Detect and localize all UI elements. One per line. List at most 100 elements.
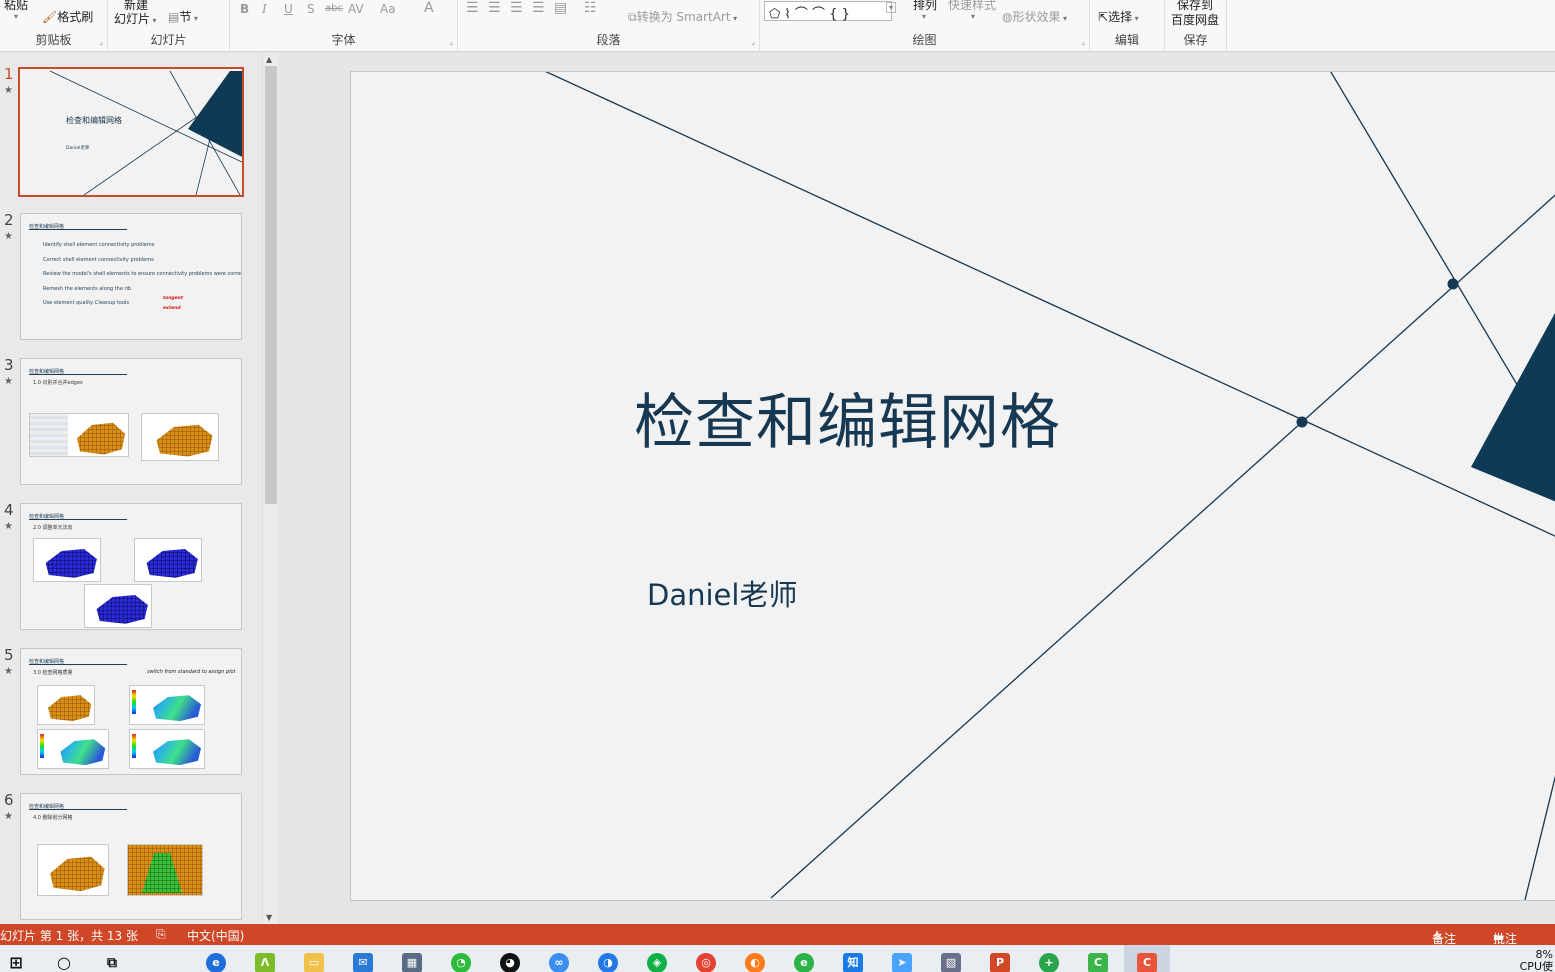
align-right-icon[interactable]: ☰ xyxy=(510,0,523,16)
drawing-group-label: 绘图 xyxy=(912,33,937,47)
file-explorer-icon[interactable]: ▭ xyxy=(304,953,324,972)
shapes-gallery-more-icon[interactable]: ▾ xyxy=(886,2,897,13)
save-group-label: 保存 xyxy=(1183,33,1208,47)
slide-number: 2 xyxy=(4,211,14,229)
mesh-shape xyxy=(156,424,213,457)
paste-dropdown-icon[interactable]: ▾ xyxy=(14,12,18,21)
slide-canvas[interactable]: 检查和编辑网格 Daniel老师 xyxy=(350,71,1555,901)
thumbnail-subheading: 1.0 识别并合并edges xyxy=(33,380,83,386)
slide-subtitle[interactable]: Daniel老师 xyxy=(647,572,797,614)
cpu-usage-indicator[interactable]: 8% CPU使 xyxy=(1520,949,1553,972)
smartart-button[interactable]: ⧉转换为 SmartArt ▾ xyxy=(628,8,737,25)
slide-editor[interactable]: 检查和编辑网格 Daniel老师 xyxy=(279,53,1555,924)
qq-icon[interactable]: ◕ xyxy=(500,953,520,972)
calculator-icon[interactable]: ▦ xyxy=(402,953,422,972)
legend-bar xyxy=(40,734,44,758)
animation-star-icon: ★ xyxy=(4,231,13,242)
search-icon[interactable]: ○ xyxy=(54,953,74,972)
change-case-button[interactable]: Aa xyxy=(380,2,396,16)
thumbnail-frame[interactable]: 检查和编辑网格 Identify shell element connectiv… xyxy=(20,213,242,340)
arrange-dropdown-icon[interactable]: ▾ xyxy=(922,12,926,21)
thumbnail-frame[interactable]: 检查和编辑网格 3.0 检查网格质量 switch from standard … xyxy=(20,648,242,775)
slide-number: 1 xyxy=(4,65,14,83)
slide-thumbnail-pane[interactable]: 1 ★ 检查和编辑网格 Daniel老师 2 ★ 检查和编辑网格 Identif… xyxy=(0,53,262,924)
scroll-up-icon[interactable]: ▲ xyxy=(266,55,272,64)
wechat-icon[interactable]: ◔ xyxy=(451,953,471,972)
bold-button[interactable]: B xyxy=(240,2,249,16)
header-rule xyxy=(29,664,127,665)
thumbnail-scrollbar[interactable]: ▲ ▼ xyxy=(262,53,278,924)
thumbnail-title: 检查和编辑网格 xyxy=(66,116,122,125)
scrollbar-thumb[interactable] xyxy=(265,66,277,504)
powerpoint-icon[interactable]: P xyxy=(990,953,1010,972)
align-left-icon[interactable]: ☰ xyxy=(466,0,479,16)
align-center-icon[interactable]: ☰ xyxy=(488,0,501,16)
shapes-gallery[interactable]: ⬠ ⌇ ⌒ ⌒ { } xyxy=(764,1,892,22)
language-status[interactable]: 中文(中国) xyxy=(187,927,244,944)
columns-icon[interactable]: ☷ xyxy=(584,0,597,16)
paragraph-launcher-icon[interactable]: ⌟ xyxy=(751,37,755,46)
recorder-icon[interactable]: C xyxy=(1137,953,1157,972)
mesh-image xyxy=(141,413,219,461)
mesh-shape xyxy=(48,695,92,722)
scroll-down-icon[interactable]: ▼ xyxy=(266,913,272,922)
paragraph-group: ☰ ☰ ☰ ☰ ▤ ☷ ⧉转换为 SmartArt ▾ 段落 ⌟ xyxy=(458,0,760,52)
shape-effects-button[interactable]: ◍形状效果 ▾ xyxy=(1002,8,1067,25)
camtasia-icon[interactable]: C xyxy=(1088,953,1108,972)
slide-thumbnail-5[interactable]: 5 ★ 检查和编辑网格 3.0 检查网格质量 switch from stand… xyxy=(0,646,262,778)
chrome-icon[interactable]: ◎ xyxy=(696,953,716,972)
section-button[interactable]: ▤节 ▾ xyxy=(168,8,198,25)
thumbnail-note: switch from standard to assign plot xyxy=(147,669,236,675)
mail-icon[interactable]: ✉ xyxy=(353,953,373,972)
new-slide-label: 幻灯片 xyxy=(114,12,151,26)
italic-button[interactable]: I xyxy=(262,2,267,16)
task-view-icon[interactable]: ⧉ xyxy=(102,953,122,972)
justify-icon[interactable]: ☰ xyxy=(532,0,545,16)
underline-button[interactable]: U xyxy=(284,2,293,16)
character-spacing-button[interactable]: AV xyxy=(348,2,364,16)
slide-thumbnail-3[interactable]: 3 ★ 检查和编辑网格 1.0 识别并合并edges xyxy=(0,356,262,488)
bullet-item: Correct shell element connectivity probl… xyxy=(43,256,154,263)
spellcheck-icon[interactable]: ⎘ xyxy=(156,927,166,942)
app-launcher-icon[interactable]: Λ xyxy=(255,953,275,972)
windows-start-icon[interactable]: ⊞ xyxy=(6,953,26,972)
hypermesh-icon[interactable]: ▧ xyxy=(941,953,961,972)
chevron-down-icon: ▾ xyxy=(1060,14,1068,23)
ie-browser-icon[interactable]: e xyxy=(794,953,814,972)
security-app-icon[interactable]: + xyxy=(1039,953,1059,972)
clipboard-launcher-icon[interactable]: ⌟ xyxy=(99,37,103,46)
slide-count-status[interactable]: 幻灯片 第 1 张，共 13 张 xyxy=(0,927,138,944)
thumbnail-frame[interactable]: 检查和编辑网格 1.0 识别并合并edges xyxy=(20,358,242,485)
thumbnail-frame[interactable]: 检查和编辑网格 4.0 删除划分网格 xyxy=(20,793,242,920)
mesh-image xyxy=(134,538,202,582)
slide-thumbnail-4[interactable]: 4 ★ 检查和编辑网格 2.0 调整单元法向 xyxy=(0,501,262,633)
bullet-item: Use element quality Cleanup tools xyxy=(43,300,130,307)
drawing-launcher-icon[interactable]: ⌟ xyxy=(1081,37,1085,46)
distributed-icon[interactable]: ▤ xyxy=(554,0,567,16)
format-painter-button[interactable]: 🖌格式刷 xyxy=(42,8,93,25)
slide-thumbnail-1[interactable]: 1 ★ 检查和编辑网格 Daniel老师 xyxy=(0,65,262,197)
browser-icon[interactable]: ◑ xyxy=(598,953,618,972)
font-color-button[interactable]: A xyxy=(424,0,434,16)
zhihu-icon[interactable]: 知 xyxy=(843,953,863,972)
mesh-shape xyxy=(50,856,105,892)
slide-thumbnail-2[interactable]: 2 ★ 检查和编辑网格 Identify shell element conne… xyxy=(0,211,262,343)
panel-image xyxy=(30,414,68,456)
slide-thumbnail-6[interactable]: 6 ★ 检查和编辑网格 4.0 删除划分网格 xyxy=(0,791,262,923)
strikethrough-button[interactable]: abc xyxy=(325,3,343,14)
contour-shape xyxy=(153,695,201,722)
messenger-icon[interactable]: ➤ xyxy=(892,953,912,972)
baidu-netdisk-icon[interactable]: ∞ xyxy=(549,953,569,972)
mesh-image xyxy=(127,844,203,896)
thumbnail-frame[interactable]: 检查和编辑网格 2.0 调整单元法向 xyxy=(20,503,242,630)
iqiyi-icon[interactable]: ◈ xyxy=(647,953,667,972)
quick-styles-dropdown-icon[interactable]: ▾ xyxy=(971,12,975,21)
edge-browser-icon[interactable]: e xyxy=(206,953,226,972)
font-launcher-icon[interactable]: ⌟ xyxy=(449,37,453,46)
thumbnail-frame[interactable]: 检查和编辑网格 Daniel老师 xyxy=(18,67,244,197)
firefox-icon[interactable]: ◐ xyxy=(745,953,765,972)
shadow-button[interactable]: S xyxy=(307,2,315,16)
select-button[interactable]: ⇱选择 ▾ xyxy=(1098,8,1139,25)
slide-title[interactable]: 检查和编辑网格 xyxy=(634,374,1061,461)
new-slide-dropdown[interactable]: 幻灯片 ▾ xyxy=(114,10,157,27)
